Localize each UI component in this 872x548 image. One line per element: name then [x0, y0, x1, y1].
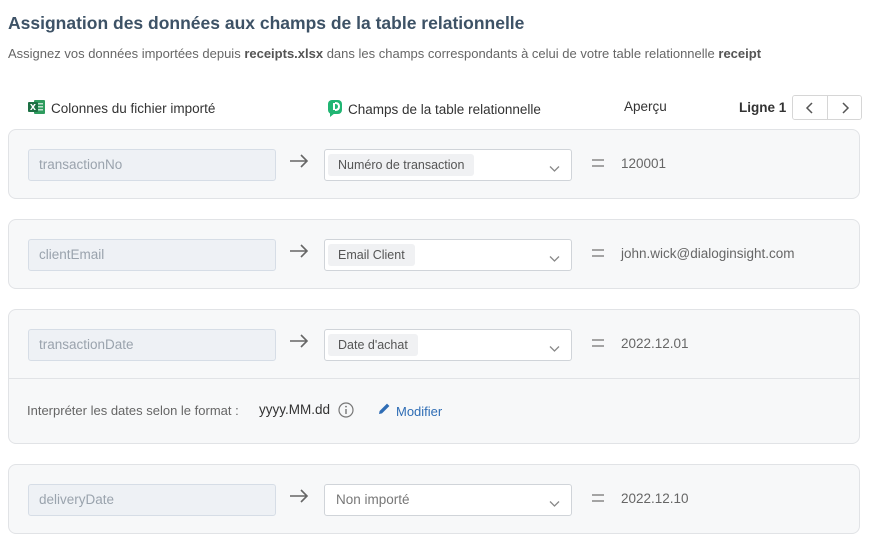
- pager-label: Ligne 1: [739, 100, 787, 115]
- arrow-right-icon: [289, 154, 309, 173]
- subtitle-table: receipt: [718, 46, 762, 61]
- column-header-destination: Champs de la table relationnelle: [327, 99, 541, 120]
- page-title: Assignation des données aux champs de la…: [8, 13, 525, 33]
- chevron-down-icon: [549, 340, 560, 358]
- excel-icon: X: [28, 99, 46, 118]
- mapping-row: deliveryDate Non importé 2022.12.10: [9, 465, 859, 533]
- equals-icon: [591, 332, 605, 353]
- equals-icon: [591, 242, 605, 263]
- pager-buttons: [792, 95, 863, 120]
- mapping-card: transactionDate Date d'achat 2022.12.01 …: [8, 309, 860, 444]
- mapping-row: transactionNo Numéro de transaction 1200…: [9, 130, 859, 198]
- target-field-select[interactable]: Non importé: [324, 484, 572, 516]
- dialog-insight-icon: [327, 99, 343, 120]
- equals-icon: [591, 487, 605, 508]
- pencil-icon: [378, 402, 391, 420]
- source-column-field: transactionDate: [28, 329, 276, 361]
- preview-value: john.wick@dialoginsight.com: [621, 246, 795, 261]
- source-column-field: clientEmail: [28, 239, 276, 271]
- subtitle-text-middle: dans les champs correspondants à celui d…: [323, 46, 719, 61]
- arrow-right-icon: [289, 244, 309, 263]
- column-header-preview: Aperçu: [624, 99, 667, 114]
- modify-date-format-button[interactable]: Modifier: [378, 402, 442, 420]
- mapping-row: clientEmail Email Client john.wick@dialo…: [9, 220, 859, 288]
- date-format-value: yyyy.MM.dd: [259, 402, 331, 417]
- mapping-card: transactionNo Numéro de transaction 1200…: [8, 129, 860, 199]
- source-column-field: transactionNo: [28, 149, 276, 181]
- next-row-button[interactable]: [827, 96, 862, 119]
- mapping-card: clientEmail Email Client john.wick@dialo…: [8, 219, 860, 289]
- target-field-select[interactable]: Numéro de transaction: [324, 149, 572, 181]
- equals-icon: [591, 152, 605, 173]
- page-subtitle: Assignez vos données importées depuis re…: [8, 46, 761, 61]
- row-pager: Ligne 1: [739, 95, 863, 120]
- source-column-field: deliveryDate: [28, 484, 276, 516]
- previous-row-button[interactable]: [793, 96, 828, 119]
- mapping-card: deliveryDate Non importé 2022.12.10: [8, 464, 860, 534]
- arrow-right-icon: [289, 489, 309, 508]
- target-field-chip: Email Client: [328, 244, 415, 266]
- chevron-right-icon: [842, 101, 849, 114]
- info-icon[interactable]: [338, 402, 354, 423]
- preview-value: 2022.12.01: [621, 336, 689, 351]
- date-format-row: Interpréter les dates selon le format : …: [9, 379, 859, 443]
- arrow-right-icon: [289, 334, 309, 353]
- modify-label: Modifier: [396, 403, 443, 419]
- target-field-chip: Date d'achat: [328, 334, 418, 356]
- preview-value: 2022.12.10: [621, 491, 689, 506]
- chevron-down-icon: [549, 495, 560, 513]
- column-header-source: X Colonnes du fichier importé: [28, 99, 215, 118]
- subtitle-text: Assignez vos données importées depuis: [8, 46, 245, 61]
- target-field-chip: Numéro de transaction: [328, 154, 475, 176]
- column-header-destination-label: Champs de la table relationnelle: [348, 102, 541, 117]
- target-field-select[interactable]: Date d'achat: [324, 329, 572, 361]
- svg-text:X: X: [30, 103, 37, 112]
- chevron-down-icon: [549, 160, 560, 178]
- chevron-down-icon: [549, 250, 560, 268]
- date-format-label: Interpréter les dates selon le format :: [27, 403, 239, 418]
- subtitle-file: receipts.xlsx: [244, 46, 324, 61]
- column-header-source-label: Colonnes du fichier importé: [51, 101, 216, 116]
- preview-value: 120001: [621, 156, 667, 171]
- target-field-value: Non importé: [336, 492, 410, 507]
- mapping-row: transactionDate Date d'achat 2022.12.01: [9, 310, 859, 378]
- target-field-select[interactable]: Email Client: [324, 239, 572, 271]
- chevron-left-icon: [806, 101, 813, 114]
